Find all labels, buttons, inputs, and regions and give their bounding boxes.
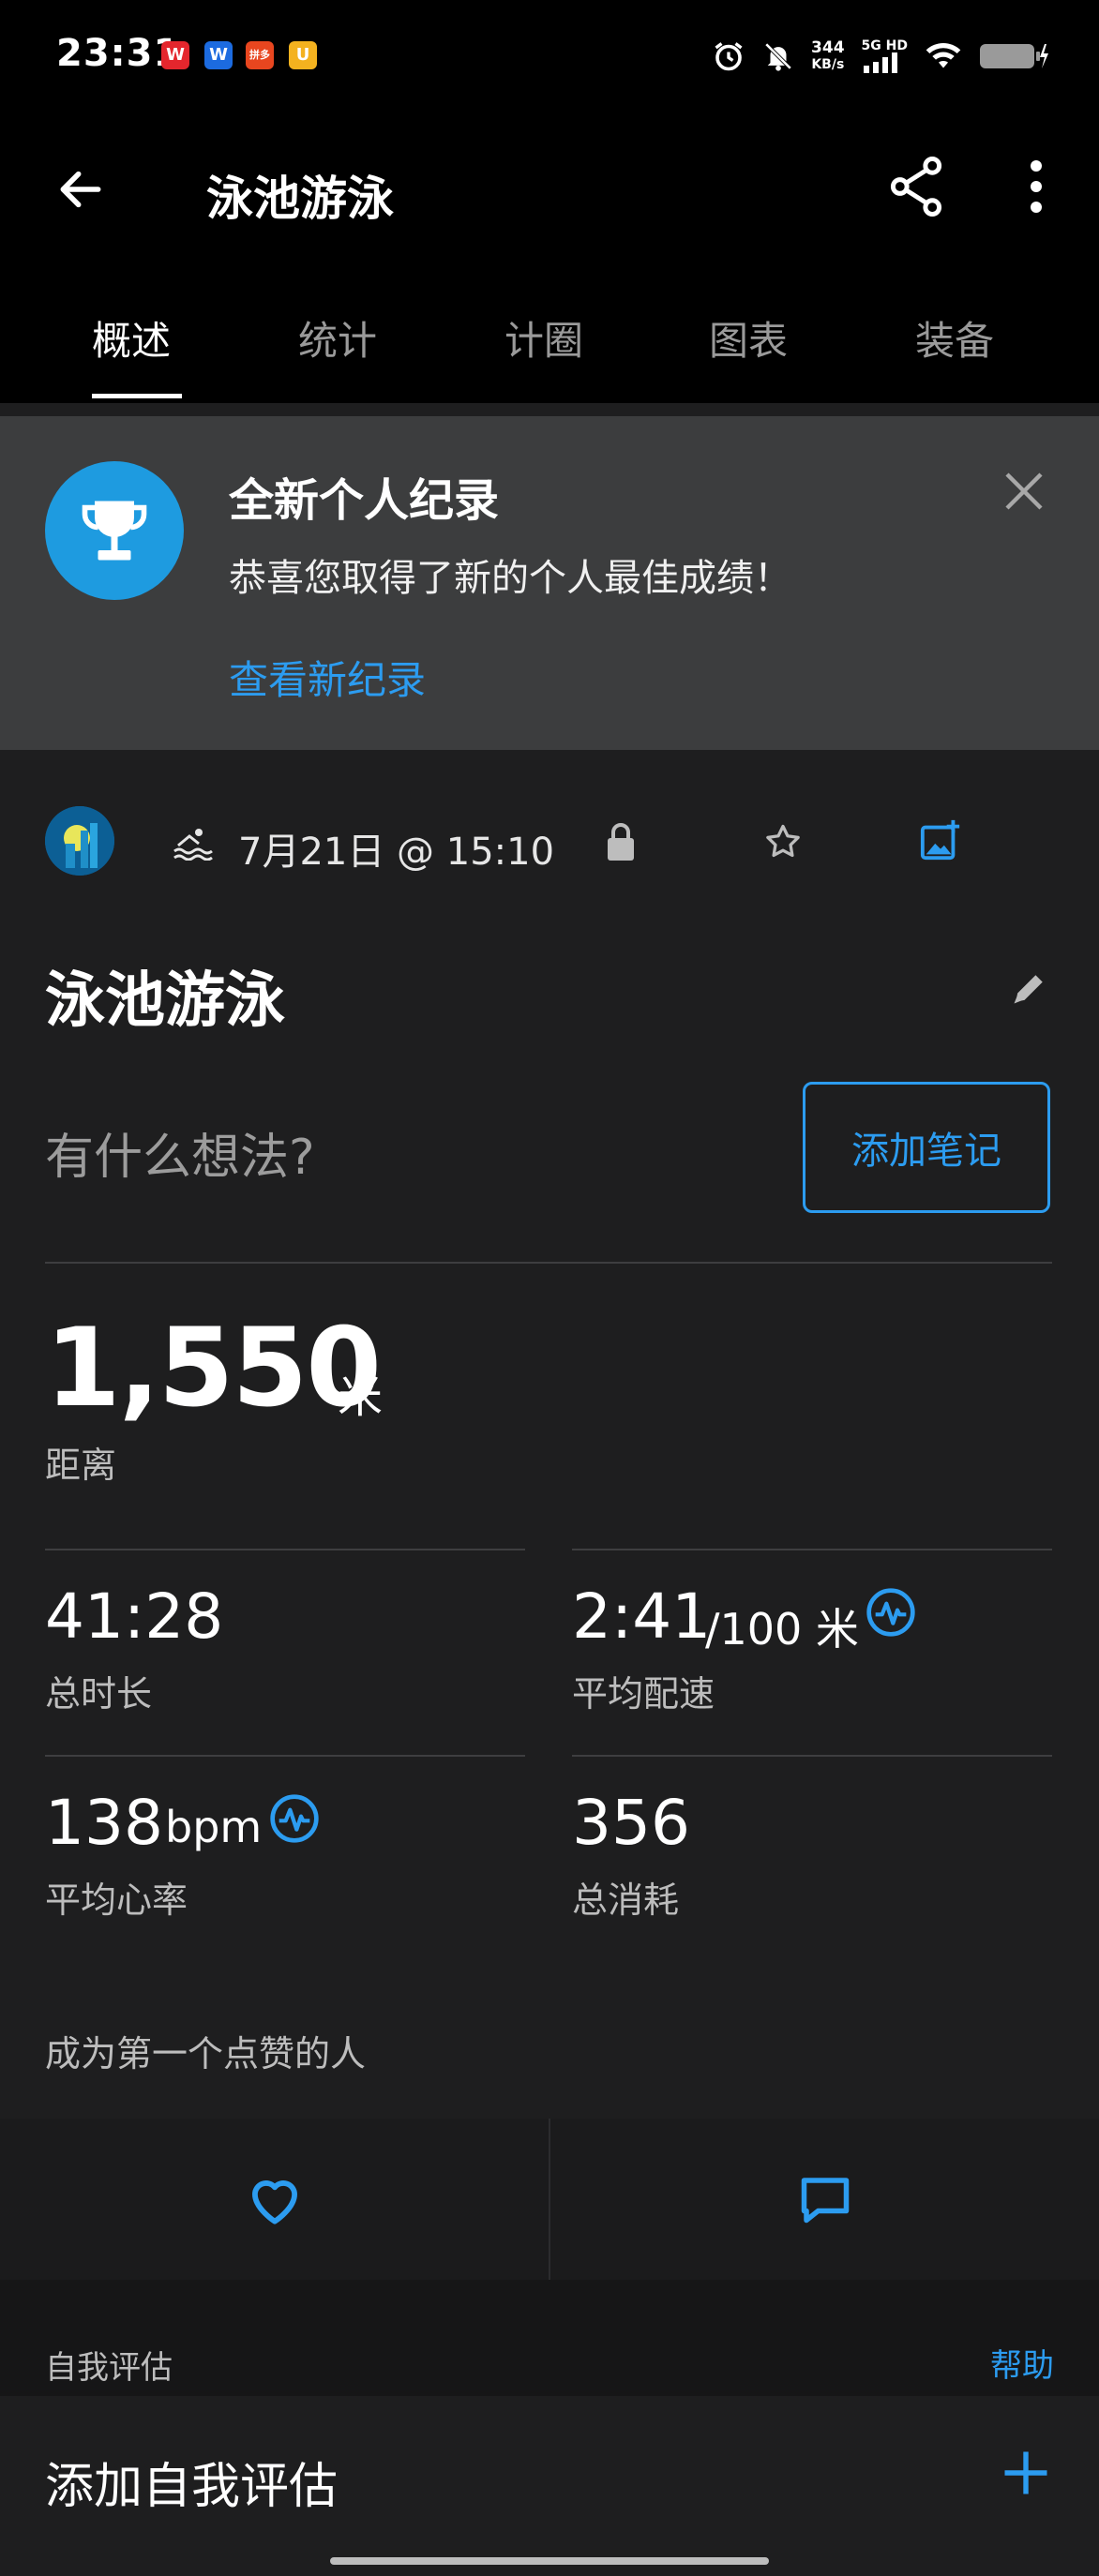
section-title: 自我评估 [45,2349,173,2387]
help-link[interactable]: 帮助 [990,2340,1054,2386]
divider [45,1755,525,1757]
social-actions [0,2119,1099,2280]
activity-datetime: 7月21日 @ 15:10 [238,831,555,874]
calories-value: 356 [572,1787,690,1859]
wifi-icon [926,43,961,68]
page-title: 泳池游泳 [206,172,394,226]
distance-value: 1,550 [45,1305,382,1431]
back-button[interactable] [49,157,113,221]
likes-text: 成为第一个点赞的人 [45,2033,367,2074]
network-type: 5G HD [861,38,908,53]
battery-icon [980,44,1048,68]
edit-pencil-icon[interactable] [1009,966,1050,1011]
home-indicator[interactable] [330,2557,769,2565]
more-options-button[interactable] [1013,154,1060,219]
divider [45,1549,525,1550]
pace-value: 2:41 [572,1580,712,1653]
word-app-icon: W [204,41,233,69]
tab-bar: 概述 统计 计圈 图表 装备 [0,300,1099,403]
share-button[interactable] [883,154,949,219]
heart-rate-icon[interactable] [268,1792,321,1845]
lock-icon[interactable] [604,821,638,862]
arrow-left-icon [60,171,101,208]
add-note-button[interactable]: 添加笔记 [803,1082,1050,1213]
divider [572,1549,1052,1550]
comment-button[interactable] [550,2119,1099,2280]
avatar[interactable] [45,806,114,876]
tab-stats[interactable]: 统计 [298,309,377,367]
plus-icon [1004,2451,1047,2494]
distance-label: 距离 [45,1445,117,1486]
duration-value: 41:28 [45,1580,224,1653]
pinduoduo-app-icon: 拼多 [246,41,274,69]
calories-label: 总消耗 [572,1880,680,1921]
divider [45,1262,1052,1264]
heart-rate-label: 平均心率 [45,1880,188,1921]
pace-unit: /100 米 [705,1604,859,1655]
active-tab-indicator [92,394,182,398]
alarm-icon [715,42,743,71]
tab-gear[interactable]: 装备 [915,309,994,367]
add-photo-icon[interactable] [919,817,962,862]
view-new-record-link[interactable]: 查看新纪录 [229,649,426,706]
status-icons: 344 KB/s 5G HD [712,34,1048,79]
add-self-eval-button[interactable] [994,2441,1058,2505]
divider [572,1755,1052,1757]
banner-title: 全新个人纪录 [229,474,500,527]
heart-rate-unit: bpm [165,1802,263,1852]
activity-name: 泳池游泳 [45,966,285,1036]
duration-label: 总时长 [45,1673,153,1715]
tab-charts[interactable]: 图表 [709,309,788,367]
trophy-badge [45,461,184,600]
avatar-image [45,806,114,876]
close-icon [1005,472,1043,510]
star-icon[interactable] [761,821,805,862]
misc-app-icon: U [289,41,317,69]
add-self-eval-label: 添加自我评估 [45,2459,339,2515]
comment-icon [801,2178,849,2224]
tab-laps[interactable]: 计圈 [504,309,583,367]
tab-overview[interactable]: 概述 [92,309,171,367]
pulse-ox-icon[interactable] [865,1586,917,1639]
pool-swim-icon [173,829,213,861]
more-vertical-icon [1031,160,1042,213]
trophy-icon [82,501,147,561]
mute-icon [764,42,792,71]
heart-rate-value: 138 [45,1787,163,1859]
signal-group: 5G HD [862,39,908,73]
banner-subtitle: 恭喜您取得了新的个人最佳成绩！ [229,557,791,600]
pace-label: 平均配速 [572,1673,715,1715]
note-input[interactable]: 有什么想法? [45,1117,315,1188]
wps-app-icon: W [161,41,189,69]
signal-icon [863,52,897,73]
heart-icon [251,2180,297,2224]
distance-unit: 米 [338,1370,384,1423]
share-icon [890,157,942,217]
net-speed: 344 KB/s [811,38,845,72]
like-button[interactable] [0,2119,549,2280]
banner-close-button[interactable] [996,463,1052,519]
